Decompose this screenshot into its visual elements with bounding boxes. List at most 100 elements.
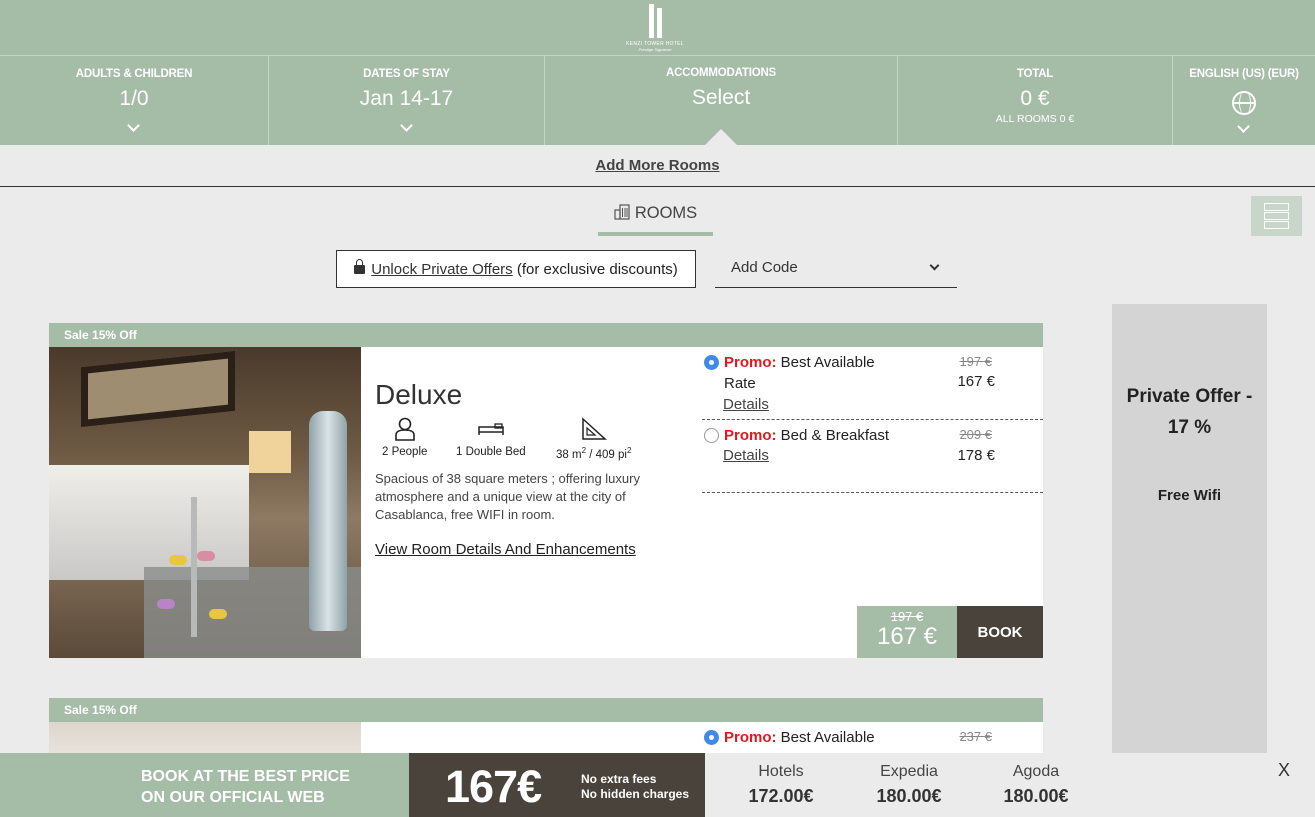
- fees-note: No extra fees No hidden charges: [581, 772, 689, 802]
- person-icon: [394, 417, 415, 441]
- room-photo[interactable]: [49, 347, 361, 658]
- photo-macaron: [209, 609, 227, 619]
- sale-badge: Sale 15% Off: [49, 698, 1043, 722]
- rate-option[interactable]: Promo: Best Available Rate Details 197 €…: [702, 347, 1043, 420]
- rate-radio[interactable]: [704, 730, 719, 745]
- selected-old-price: 197 €: [890, 609, 924, 624]
- sale-badge: Sale 15% Off: [49, 323, 1043, 347]
- rate-name: Promo: Best Available Rate: [724, 352, 904, 394]
- photo-mirror: [81, 350, 235, 428]
- rate-option[interactable]: Promo: Bed & Breakfast Details 209 € 178…: [702, 420, 1043, 493]
- rate-details-link[interactable]: Details: [723, 447, 769, 464]
- logo-tagline: Prestige Signature: [638, 47, 672, 52]
- language-label: ENGLISH (US) (EUR): [1189, 68, 1299, 80]
- best-price-line2: ON OUR OFFICIAL WEB: [141, 789, 325, 806]
- book-button[interactable]: BOOK: [957, 606, 1043, 658]
- tab-rooms[interactable]: ROOMS: [598, 204, 713, 236]
- total-subtext: ALL ROOMS 0 €: [995, 113, 1075, 125]
- feature-bed: 1 Double Bed: [456, 417, 526, 458]
- booking-nav: ADULTS & CHILDREN 1/0 DATES OF STAY Jan …: [0, 56, 1315, 145]
- tab-rooms-label: ROOMS: [634, 204, 698, 222]
- feature-size-sup: 2: [626, 446, 632, 455]
- rate-radio[interactable]: [704, 355, 719, 370]
- dates-selector[interactable]: DATES OF STAY Jan 14-17: [269, 56, 545, 145]
- rate-title: Best Available: [780, 729, 875, 746]
- competitor-name: Hotels: [758, 763, 804, 780]
- logo-mark-icon: [624, 4, 686, 38]
- photo-bottle: [309, 411, 347, 631]
- rate-radio[interactable]: [704, 428, 719, 443]
- selected-price-box: 197 € 167 €: [857, 606, 957, 658]
- globe-icon: [1232, 91, 1256, 115]
- feature-size-prefix: 38 m: [556, 448, 582, 461]
- chevron-down-icon: [929, 260, 940, 271]
- guests-label: ADULTS & CHILDREN: [75, 68, 193, 80]
- selected-new-price: 167 €: [876, 623, 938, 650]
- competitor-amount: 180.00€: [876, 786, 942, 806]
- dates-label: DATES OF STAY: [363, 68, 450, 80]
- unlock-link[interactable]: Unlock Private Offers: [371, 261, 512, 278]
- competitor-name: Agoda: [1012, 763, 1060, 780]
- active-step-pointer: [705, 129, 737, 145]
- add-more-rooms-link[interactable]: Add More Rooms: [595, 157, 719, 174]
- rate-old-price: 237 €: [959, 729, 992, 744]
- feature-bed-label: 1 Double Bed: [456, 446, 526, 458]
- best-price-line1: BOOK AT THE BEST PRICE: [141, 768, 350, 785]
- fees-note-2: No hidden charges: [581, 787, 690, 801]
- official-price-box: 167€ No extra fees No hidden charges: [409, 753, 705, 817]
- photo-macaron: [169, 555, 187, 565]
- chevron-down-icon: [399, 119, 413, 132]
- total-label: TOTAL: [1016, 68, 1054, 80]
- total-value: 0 €: [1020, 87, 1050, 110]
- photo-bed: [49, 465, 249, 580]
- rate-title: Bed & Breakfast: [780, 427, 890, 444]
- language-selector[interactable]: ENGLISH (US) (EUR): [1173, 56, 1315, 145]
- competitor-name: Expedia: [880, 763, 938, 780]
- unlock-private-offers-button[interactable]: Unlock Private Offers (for exclusive dis…: [336, 250, 696, 288]
- feature-people-label: 2 People: [382, 446, 428, 458]
- photo-lamp: [249, 431, 291, 473]
- competitor-prices: Hotels 172.00€ Expedia 180.00€ Agoda 180…: [705, 753, 1315, 817]
- rate-details-link[interactable]: Details: [723, 396, 769, 413]
- promo-label: Promo:: [724, 354, 777, 371]
- guests-selector[interactable]: ADULTS & CHILDREN 1/0: [0, 56, 269, 145]
- rate-old-price: 197 €: [959, 354, 992, 369]
- price-comparison-bar: BOOK AT THE BEST PRICE ON OUR OFFICIAL W…: [0, 753, 1315, 817]
- building-icon: [614, 204, 630, 220]
- chevron-down-icon: [1237, 120, 1250, 133]
- add-rooms-bar: Add More Rooms: [0, 145, 1315, 187]
- list-view-icon-bar: [1264, 212, 1289, 220]
- accommodations-step[interactable]: ACCOMMODATIONS Select: [545, 56, 898, 145]
- competitor-price: Hotels 172.00€: [726, 763, 836, 807]
- list-view-toggle[interactable]: [1251, 196, 1302, 236]
- photo-macaron: [197, 551, 215, 561]
- close-bar-button[interactable]: X: [1278, 760, 1290, 781]
- best-price-message: BOOK AT THE BEST PRICE ON OUR OFFICIAL W…: [0, 753, 409, 817]
- fees-note-1: No extra fees: [581, 772, 657, 786]
- private-offer-panel[interactable]: Private Offer - 17 % Free Wifi: [1112, 304, 1267, 817]
- feature-people: 2 People: [382, 417, 427, 458]
- accommodations-label: ACCOMMODATIONS: [665, 67, 777, 79]
- rate-old-price: 209 €: [959, 427, 992, 442]
- dates-value: Jan 14-17: [359, 87, 454, 110]
- list-view-icon: [1264, 203, 1289, 211]
- lock-icon: [354, 259, 366, 274]
- hotel-logo[interactable]: KENZI TOWER HOTEL Prestige Signature: [624, 2, 686, 54]
- rate-new-price: 167 €: [957, 373, 995, 390]
- promo-label: Promo:: [724, 729, 777, 746]
- list-view-icon-bar: [1264, 221, 1289, 229]
- feature-size: 38 m2 / 409 pi2: [556, 417, 631, 461]
- unlock-suffix: (for exclusive discounts): [516, 261, 678, 278]
- header-logo-bar: KENZI TOWER HOTEL Prestige Signature: [0, 0, 1315, 56]
- total-summary[interactable]: TOTAL 0 € ALL ROOMS 0 €: [898, 56, 1173, 145]
- chevron-down-icon: [127, 119, 140, 132]
- photo-macaron: [157, 599, 175, 609]
- add-code-dropdown[interactable]: Add Code: [715, 250, 957, 288]
- competitor-amount: 180.00€: [1003, 786, 1069, 806]
- ruler-triangle-icon: [581, 417, 607, 440]
- view-room-details-link[interactable]: View Room Details And Enhancements: [375, 541, 636, 558]
- guests-value: 1/0: [119, 87, 149, 110]
- private-offer-feature: Free Wifi: [1157, 487, 1222, 504]
- promo-label: Promo:: [724, 427, 777, 444]
- rate-new-price: 178 €: [957, 447, 995, 464]
